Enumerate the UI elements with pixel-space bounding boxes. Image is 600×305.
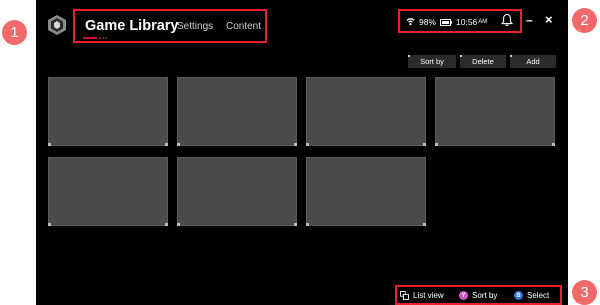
game-tile[interactable] <box>177 157 297 226</box>
callout-1: 1 <box>2 20 27 45</box>
tile-corner-marker <box>552 143 555 146</box>
add-label: Add <box>526 57 540 66</box>
callout-2: 2 <box>572 8 597 33</box>
tile-corner-marker <box>294 223 297 226</box>
tile-corner-marker <box>48 223 51 226</box>
close-button[interactable]: × <box>545 12 553 27</box>
add-button[interactable]: Add <box>510 55 556 68</box>
button-notch <box>510 55 512 57</box>
sort-by-button[interactable]: Sort by <box>408 55 456 68</box>
game-tile[interactable] <box>306 157 426 226</box>
tile-corner-marker <box>306 143 309 146</box>
button-notch <box>460 55 462 57</box>
game-tile[interactable] <box>48 157 168 226</box>
tile-corner-marker <box>306 223 309 226</box>
game-tile[interactable] <box>177 77 297 146</box>
tile-corner-marker <box>165 143 168 146</box>
highlight-box-status <box>398 9 522 33</box>
tile-corner-marker <box>423 143 426 146</box>
button-notch <box>408 55 410 57</box>
tile-corner-marker <box>177 223 180 226</box>
tile-corner-marker <box>294 143 297 146</box>
tile-corner-marker <box>423 223 426 226</box>
app-logo-icon[interactable] <box>46 14 68 36</box>
tile-corner-marker <box>177 143 180 146</box>
callout-3: 3 <box>572 280 597 305</box>
minimize-button[interactable]: – <box>526 13 533 27</box>
tile-corner-marker <box>165 223 168 226</box>
game-tile[interactable] <box>306 77 426 146</box>
sort-by-label: Sort by <box>420 57 444 66</box>
highlight-box-hints <box>395 285 562 305</box>
highlight-box-nav <box>73 9 267 43</box>
delete-label: Delete <box>472 57 494 66</box>
tile-corner-marker <box>48 143 51 146</box>
tile-corner-marker <box>435 143 438 146</box>
app-window: Game Library Settings Content 98% 10:56 A… <box>36 0 568 305</box>
game-tile[interactable] <box>435 77 555 146</box>
delete-button[interactable]: Delete <box>460 55 506 68</box>
game-tile[interactable] <box>48 77 168 146</box>
